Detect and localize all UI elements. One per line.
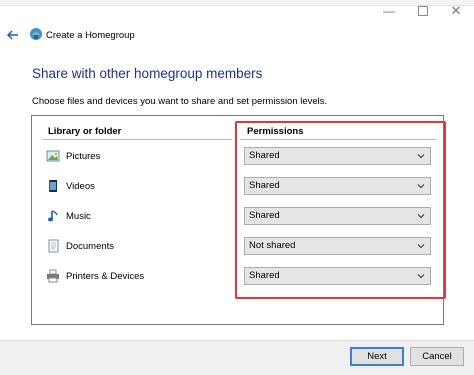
library-label: Pictures — [66, 151, 101, 162]
window-top-strip — [0, 0, 474, 6]
wizard-title: Create a Homegroup — [46, 30, 135, 41]
homegroup-icon — [30, 28, 42, 40]
close-button[interactable]: ✕ — [447, 4, 465, 18]
library-label: Music — [66, 211, 91, 222]
videos-icon — [49, 180, 57, 192]
next-button[interactable]: Next — [350, 347, 404, 366]
pictures-icon — [46, 150, 60, 162]
header-divider — [42, 139, 232, 140]
library-label: Documents — [66, 241, 115, 252]
back-arrow-icon[interactable] — [6, 28, 20, 42]
permissions-highlight-box — [235, 121, 446, 299]
music-icon — [48, 210, 58, 222]
library-label: Videos — [66, 181, 95, 192]
minimize-button[interactable]: — — [380, 4, 398, 18]
documents-icon — [48, 239, 59, 253]
page-description: Choose files and devices you want to sha… — [32, 96, 328, 107]
maximize-icon — [418, 6, 428, 16]
page-heading: Share with other homegroup members — [32, 66, 263, 81]
cancel-button[interactable]: Cancel — [410, 347, 464, 366]
printers-icon — [47, 269, 59, 283]
library-column-header: Library or folder — [48, 126, 122, 137]
library-label: Printers & Devices — [66, 271, 145, 282]
maximize-button[interactable] — [414, 4, 432, 18]
